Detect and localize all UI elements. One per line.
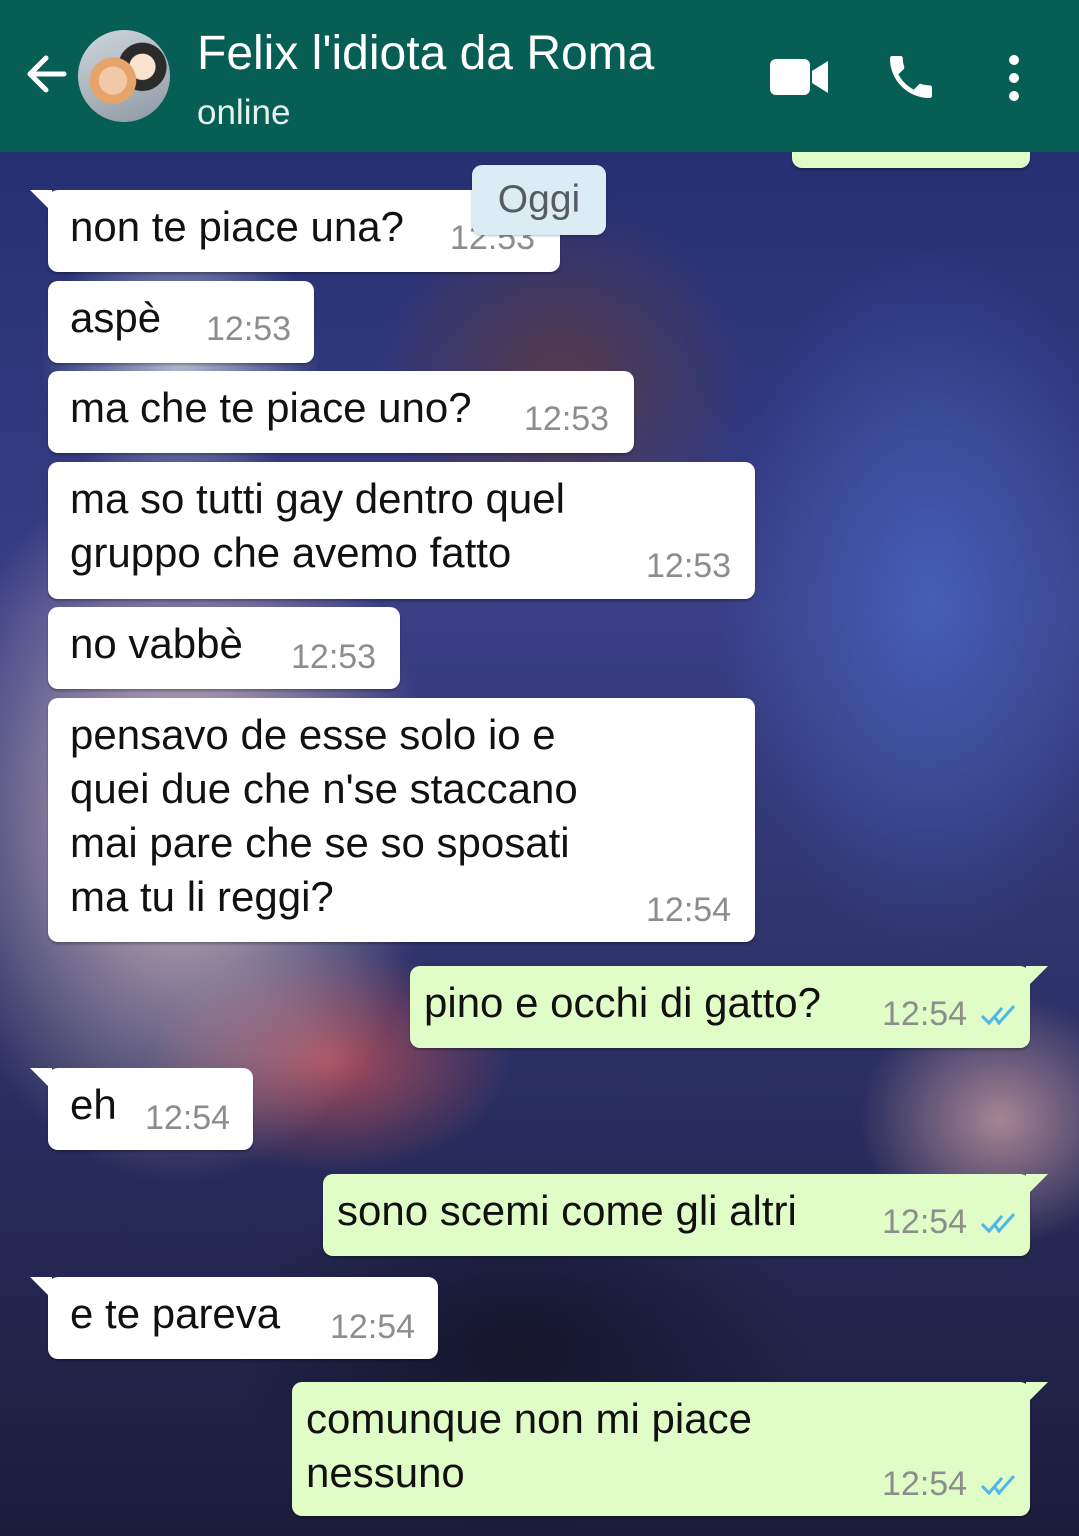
message-time: 12:54 — [882, 1203, 968, 1241]
message-time: 12:54 — [330, 1308, 416, 1346]
message-text: ma so tutti gay dentro quel gruppo che a… — [70, 475, 565, 576]
message-text: sono scemi come gli altri — [337, 1187, 797, 1234]
message-text: pensavo de esse solo io e quei due che n… — [70, 711, 578, 920]
message-bubble-incoming[interactable]: aspè 12:53 — [48, 281, 314, 363]
message-text: ma che te piace uno? — [70, 384, 472, 431]
message-text: non te piace una? — [70, 203, 404, 250]
contact-status: online — [197, 93, 291, 132]
message-text: eh — [70, 1081, 117, 1128]
message-bubble-incoming[interactable]: pensavo de esse solo io e quei due che n… — [48, 698, 755, 942]
bubble-tail — [1026, 1174, 1048, 1196]
bubble-tail — [1026, 1382, 1048, 1404]
message-time: 12:54 — [145, 1099, 231, 1137]
read-ticks-icon — [980, 1475, 1016, 1496]
message-time: 12:54 — [882, 1465, 968, 1503]
bubble-tail — [1026, 966, 1048, 988]
message-time: 12:54 — [882, 995, 968, 1033]
back-arrow-icon[interactable] — [22, 50, 70, 98]
message-bubble-incoming[interactable]: no vabbè 12:53 — [48, 607, 400, 689]
message-bubble-incoming[interactable]: eh 12:54 — [30, 1068, 253, 1150]
message-time: 12:53 — [291, 638, 377, 676]
date-chip: Oggi — [472, 165, 606, 235]
message-bubble-outgoing[interactable]: sono scemi come gli altri 12:54 — [323, 1174, 1048, 1256]
chat-header: Felix l'idiota da Roma online — [0, 0, 1079, 152]
message-bubble-incoming[interactable]: ma che te piace uno? 12:53 — [48, 371, 634, 453]
video-call-icon[interactable] — [766, 52, 832, 102]
message-bubble-outgoing[interactable]: comunque non mi piace nessuno 12:54 — [292, 1382, 1048, 1516]
read-ticks-icon — [980, 1213, 1016, 1234]
message-text: comunque non mi piace nessuno — [306, 1395, 752, 1496]
contact-name[interactable]: Felix l'idiota da Roma — [197, 26, 654, 82]
read-ticks-icon — [980, 1005, 1016, 1026]
message-time: 12:54 — [646, 891, 732, 929]
contact-avatar[interactable] — [78, 30, 170, 122]
bubble-tail — [30, 1068, 52, 1090]
message-text: no vabbè — [70, 620, 243, 667]
message-time: 12:53 — [646, 547, 732, 585]
more-vert-icon[interactable] — [996, 48, 1032, 108]
message-text: pino e occhi di gatto? — [424, 979, 821, 1026]
message-bubble-incoming[interactable]: e te pareva 12:54 — [30, 1277, 438, 1359]
message-bubble-outgoing[interactable]: pino e occhi di gatto? 12:54 — [410, 966, 1048, 1048]
message-text: aspè — [70, 294, 162, 341]
message-time: 12:53 — [206, 310, 292, 348]
phone-icon[interactable] — [880, 46, 942, 108]
message-text: e te pareva — [70, 1290, 281, 1337]
message-bubble-incoming[interactable]: ma so tutti gay dentro quel gruppo che a… — [48, 462, 755, 599]
bubble-tail — [30, 190, 52, 212]
bubble-tail — [30, 1277, 52, 1299]
message-time: 12:53 — [524, 400, 610, 438]
